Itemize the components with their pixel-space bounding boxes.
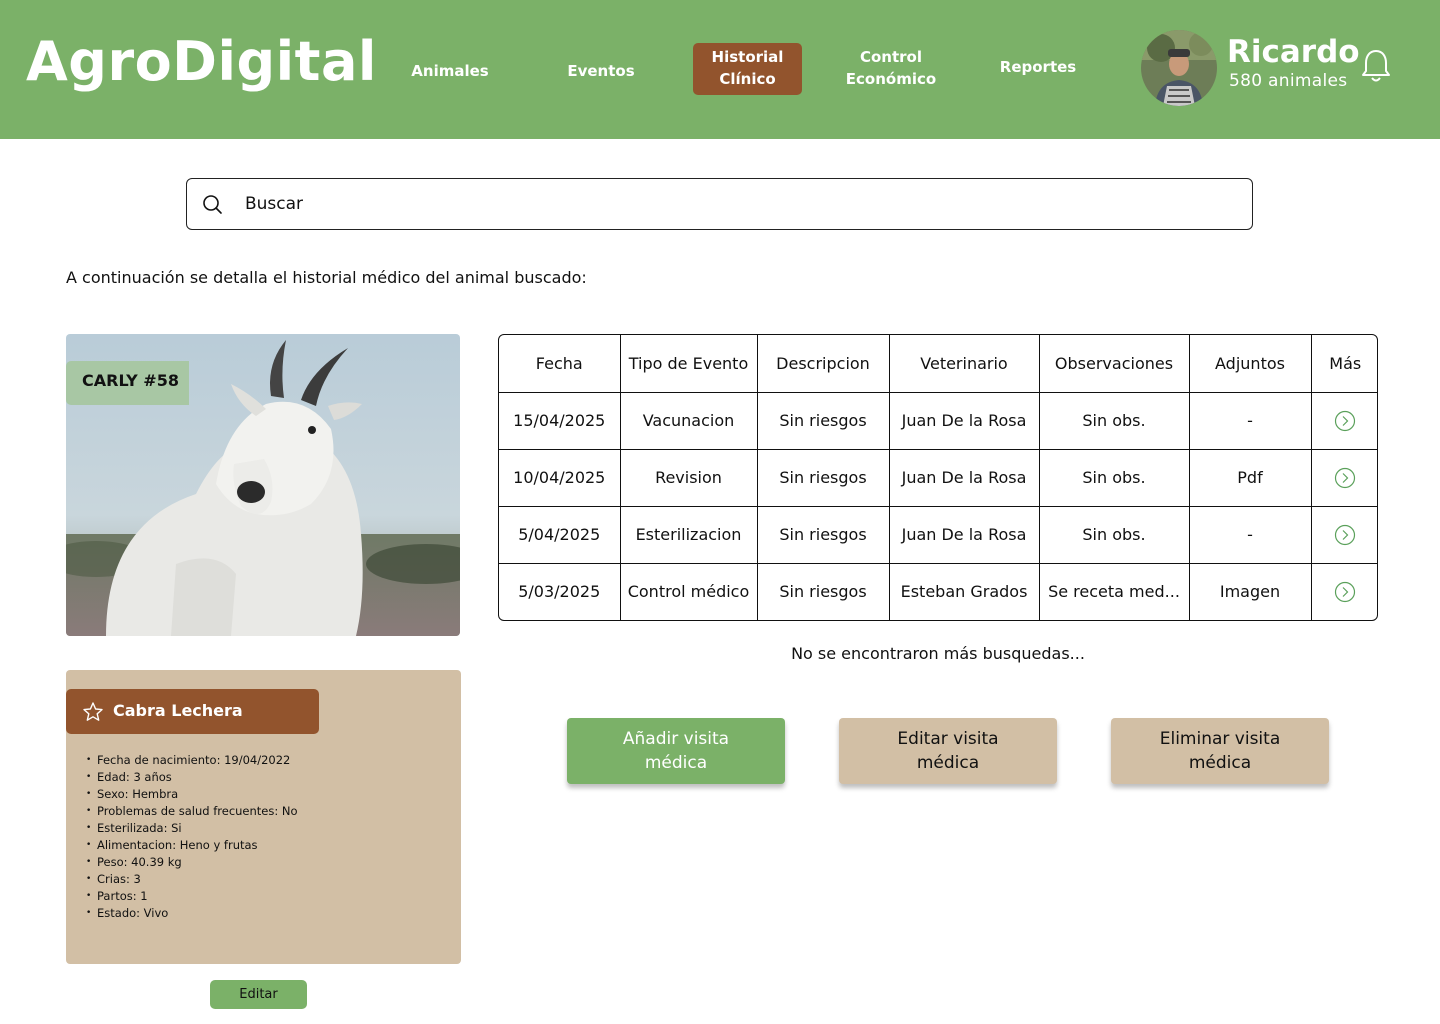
cell-descripcion: Sin riesgos [756,562,890,620]
cell-tipo-evento: Esterilizacion [619,505,758,564]
detail-item: Edad: 3 años [86,769,298,786]
cell-observaciones: Sin obs. [1038,448,1190,507]
cell-veterinario: Juan De la Rosa [888,505,1040,564]
cell-fecha: 15/04/2025 [499,391,621,450]
detail-item: Problemas de salud frecuentes: No [86,803,298,820]
cell-mas [1310,562,1377,620]
cell-adjuntos: - [1188,505,1312,564]
avatar-photo [1141,30,1217,106]
edit-animal-button[interactable]: Editar [210,980,307,1009]
table-header-row: Fecha Tipo de Evento Descripcion Veterin… [499,335,1377,393]
cell-tipo-evento: Control médico [619,562,758,620]
user-avatar[interactable] [1141,30,1217,106]
table-row[interactable]: 15/04/2025 Vacunacion Sin riesgos Juan D… [499,391,1377,450]
cell-tipo-evento: Vacunacion [619,391,758,450]
nav-reportes[interactable]: Reportes [990,56,1086,78]
cell-veterinario: Juan De la Rosa [888,448,1040,507]
column-header-descripcion[interactable]: Descripcion [756,335,890,393]
edit-visit-label-2: médica [916,753,980,773]
cell-descripcion: Sin riesgos [756,391,890,450]
chevron-right-circle-icon[interactable] [1334,581,1356,603]
star-icon[interactable] [82,701,104,723]
cell-fecha: 5/03/2025 [499,562,621,620]
nav-control-label-1: Control [859,48,922,66]
user-name: Ricardo [1227,34,1360,70]
column-header-mas[interactable]: Más [1310,335,1377,393]
nav-control-economico[interactable]: Control Económico [836,46,946,90]
column-header-observaciones[interactable]: Observaciones [1038,335,1190,393]
cell-adjuntos: - [1188,391,1312,450]
add-medical-visit-button[interactable]: Añadir visita médica [567,718,785,784]
edit-medical-visit-button[interactable]: Editar visita médica [839,718,1057,784]
detail-item: Esterilizada: Si [86,820,298,837]
app-logo[interactable]: AgroDigital [26,30,377,93]
detail-item: Partos: 1 [86,888,298,905]
cell-adjuntos[interactable]: Pdf [1188,448,1312,507]
cell-adjuntos[interactable]: Imagen [1188,562,1312,620]
cell-fecha: 10/04/2025 [499,448,621,507]
edit-visit-label-1: Editar visita [897,729,999,749]
cell-veterinario: Juan De la Rosa [888,391,1040,450]
cell-observaciones: Sin obs. [1038,505,1190,564]
cell-observaciones: Sin obs. [1038,391,1190,450]
no-more-results-text: No se encontraron más busquedas... [791,644,1085,663]
chevron-right-circle-icon[interactable] [1334,410,1356,432]
chevron-right-circle-icon[interactable] [1334,467,1356,489]
cell-descripcion: Sin riesgos [756,505,890,564]
search-bar [186,178,1253,230]
nav-control-label-2: Económico [845,70,937,88]
cell-veterinario: Esteban Grados [888,562,1040,620]
column-header-veterinario[interactable]: Veterinario [888,335,1040,393]
delete-medical-visit-button[interactable]: Eliminar visita médica [1111,718,1329,784]
cell-fecha: 5/04/2025 [499,505,621,564]
nav-eventos[interactable]: Eventos [550,60,652,82]
delete-visit-label-1: Eliminar visita [1159,729,1281,749]
detail-item: Peso: 40.39 kg [86,854,298,871]
top-header: AgroDigital Animales Eventos Historial C… [0,0,1440,139]
delete-visit-label-2: médica [1188,753,1252,773]
search-input[interactable] [245,190,1225,218]
cell-tipo-evento: Revision [619,448,758,507]
column-header-tipo-evento[interactable]: Tipo de Evento [619,335,758,393]
table-row[interactable]: 10/04/2025 Revision Sin riesgos Juan De … [499,448,1377,507]
breed-badge: Cabra Lechera [66,689,319,734]
table-row[interactable]: 5/03/2025 Control médico Sin riesgos Est… [499,562,1377,620]
nav-historial-clinico[interactable]: Historial Clínico [693,43,802,95]
nav-historial-label-2: Clínico [719,70,776,88]
medical-history-table: Fecha Tipo de Evento Descripcion Veterin… [498,334,1378,621]
column-header-adjuntos[interactable]: Adjuntos [1188,335,1312,393]
notification-bell-icon[interactable] [1360,48,1392,84]
nav-animales[interactable]: Animales [395,60,505,82]
detail-item: Fecha de nacimiento: 19/04/2022 [86,752,298,769]
user-animal-count: 580 animales [1229,71,1348,91]
detail-item: Alimentacion: Heno y frutas [86,837,298,854]
cell-mas [1310,391,1377,450]
animal-details-list: Fecha de nacimiento: 19/04/2022 Edad: 3 … [86,752,298,922]
table-row[interactable]: 5/04/2025 Esterilizacion Sin riesgos Jua… [499,505,1377,564]
animal-tag-label: CARLY #58 [66,361,189,405]
cell-descripcion: Sin riesgos [756,448,890,507]
nav-historial-label-1: Historial [711,48,784,66]
chevron-right-circle-icon[interactable] [1334,524,1356,546]
detail-item: Estado: Vivo [86,905,298,922]
breed-label: Cabra Lechera [113,701,243,720]
cell-observaciones: Se receta med... [1038,562,1190,620]
column-header-fecha[interactable]: Fecha [499,335,621,393]
cell-mas [1310,505,1377,564]
cell-mas [1310,448,1377,507]
intro-text: A continuación se detalla el historial m… [66,268,587,287]
add-visit-label-1: Añadir visita [622,729,730,749]
add-visit-label-2: médica [644,753,708,773]
detail-item: Sexo: Hembra [86,786,298,803]
search-icon[interactable] [201,193,223,215]
detail-item: Crias: 3 [86,871,298,888]
